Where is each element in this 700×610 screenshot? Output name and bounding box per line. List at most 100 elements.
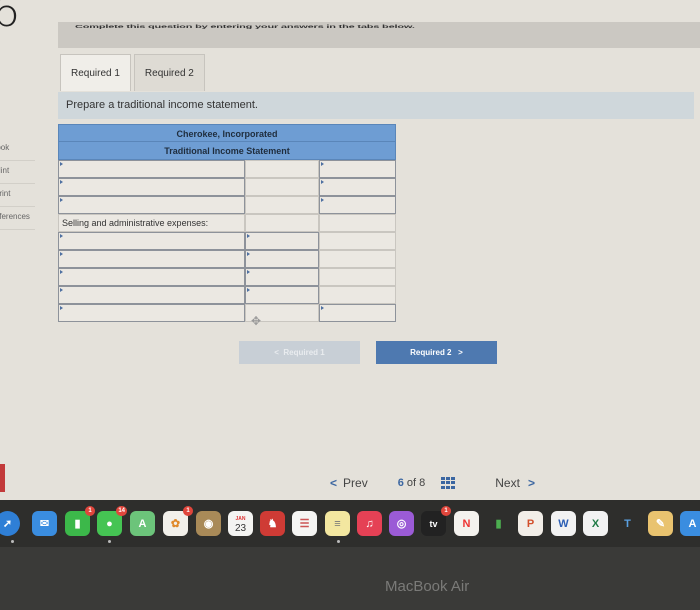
requirement-tabs: Required 1 Required 2	[60, 54, 205, 91]
chevron-left-icon: <	[330, 476, 338, 490]
laptop-label: MacBook Air	[385, 578, 470, 595]
table-row: Selling and administrative expenses:	[58, 214, 396, 232]
numbers-icon[interactable]: ▮	[486, 511, 511, 536]
total-input[interactable]	[319, 250, 396, 268]
amount-input[interactable]	[245, 196, 319, 214]
powerpoint-icon[interactable]: P	[518, 511, 543, 536]
label-input[interactable]	[58, 178, 245, 196]
running-indicator	[108, 540, 111, 543]
calendar-day: 23	[234, 522, 247, 534]
question-number: 6	[0, 0, 20, 37]
macos-dock: ➚ ✉ ▮ 1 ● 14 A ✿ 1 ◉ JAN 23 ♞ ☰ ≡ ♫ ◎ tv 1 N…	[0, 500, 700, 547]
facetime-icon[interactable]: ▮ 1	[65, 506, 95, 536]
running-indicator	[11, 540, 14, 543]
maps-icon[interactable]: A	[130, 511, 155, 536]
tab-required-2[interactable]: Required 2	[133, 54, 205, 91]
running-indicator	[337, 540, 340, 543]
prev-label: Prev	[343, 476, 368, 490]
next-requirement-label: Required 2	[410, 348, 452, 357]
move-cursor-icon: ✥	[251, 314, 262, 328]
table-row	[58, 304, 396, 322]
photos-badge: 1	[183, 506, 193, 516]
previous-requirement-button[interactable]: < Required 1	[239, 341, 360, 364]
total-input[interactable]	[319, 160, 396, 178]
page-total: of 8	[406, 477, 426, 489]
tab-required-1[interactable]: Required 1	[60, 54, 131, 91]
side-link-hint[interactable]: Hint	[0, 161, 35, 184]
statement-title: Traditional Income Statement	[58, 142, 396, 160]
excel-icon[interactable]: X	[583, 511, 608, 536]
amount-input[interactable]	[245, 268, 319, 286]
word-icon[interactable]: W	[551, 511, 576, 536]
mail-icon[interactable]: ✉	[32, 511, 57, 536]
amount-input[interactable]	[245, 286, 319, 304]
prev-question-link[interactable]: < Prev	[330, 476, 368, 490]
label-input[interactable]	[58, 268, 245, 286]
contacts-icon[interactable]: ◉	[196, 511, 221, 536]
label-input[interactable]	[58, 160, 245, 178]
calendar-icon[interactable]: JAN 23	[228, 511, 253, 536]
total-input[interactable]	[319, 286, 396, 304]
total-input[interactable]	[319, 268, 396, 286]
chevron-right-icon: >	[527, 476, 535, 490]
side-link-print[interactable]: Print	[0, 184, 35, 207]
amount-input	[245, 214, 319, 232]
browser-screen: 6 Complete this question by entering you…	[0, 0, 700, 500]
table-row	[58, 268, 396, 286]
amount-input[interactable]	[245, 178, 319, 196]
current-page: 6	[397, 477, 404, 489]
label-input[interactable]	[58, 232, 245, 250]
next-label: Next	[495, 476, 520, 490]
pages-icon[interactable]: ✎	[648, 511, 673, 536]
tv-badge: 1	[441, 506, 451, 516]
question-grid-icon[interactable]	[441, 476, 456, 490]
messages-icon[interactable]: ● 14	[97, 506, 127, 536]
label-input[interactable]	[58, 196, 245, 214]
laptop-bezel	[0, 547, 700, 610]
table-row	[58, 286, 396, 304]
amount-input[interactable]	[245, 232, 319, 250]
company-name: Cherokee, Incorporated	[58, 124, 396, 142]
side-link-book[interactable]: Book	[0, 138, 35, 161]
next-question-link[interactable]: Next >	[495, 476, 535, 490]
side-link-references[interactable]: References	[0, 207, 35, 230]
table-row	[58, 250, 396, 268]
side-links: Book Hint Print References	[0, 138, 35, 230]
messages-badge: 14	[116, 506, 127, 516]
safari-icon[interactable]: ➚	[0, 511, 20, 536]
total-input[interactable]	[319, 304, 396, 322]
apple-tv-icon[interactable]: tv 1	[421, 506, 451, 536]
instruction-text: Complete this question by entering your …	[75, 24, 415, 30]
income-statement-table: Cherokee, Incorporated Traditional Incom…	[58, 124, 396, 328]
total-input[interactable]	[319, 178, 396, 196]
table-row	[58, 232, 396, 250]
page-indicator: 6 of 8	[398, 477, 426, 489]
side-red-tab	[0, 464, 5, 492]
facetime-badge: 1	[85, 506, 95, 516]
label-input[interactable]	[58, 286, 245, 304]
amount-input[interactable]	[245, 160, 319, 178]
previous-requirement-label: Required 1	[283, 348, 325, 357]
podcasts-icon[interactable]: ◎	[389, 511, 414, 536]
chess-icon[interactable]: ♞	[260, 511, 285, 536]
amount-input[interactable]	[245, 250, 319, 268]
question-pager: < Prev 6 of 8 Next >	[330, 476, 535, 490]
table-row	[58, 196, 396, 214]
notes-icon[interactable]: ≡	[325, 511, 350, 536]
table-row	[58, 160, 396, 178]
tv-label: tv	[429, 518, 438, 529]
keynote-icon[interactable]: T	[615, 511, 640, 536]
photos-icon[interactable]: ✿ 1	[163, 506, 193, 536]
total-input[interactable]	[319, 196, 396, 214]
label-input[interactable]	[58, 250, 245, 268]
total-input	[319, 214, 396, 232]
app-store-icon[interactable]: A	[680, 511, 700, 536]
chevron-right-icon: >	[451, 348, 463, 357]
news-icon[interactable]: N	[454, 511, 479, 536]
reminders-icon[interactable]: ☰	[292, 511, 317, 536]
prompt-text: Prepare a traditional income statement.	[66, 99, 258, 111]
label-input[interactable]	[58, 304, 245, 322]
next-requirement-button[interactable]: Required 2 >	[376, 341, 497, 364]
music-icon[interactable]: ♫	[357, 511, 382, 536]
total-input[interactable]	[319, 232, 396, 250]
